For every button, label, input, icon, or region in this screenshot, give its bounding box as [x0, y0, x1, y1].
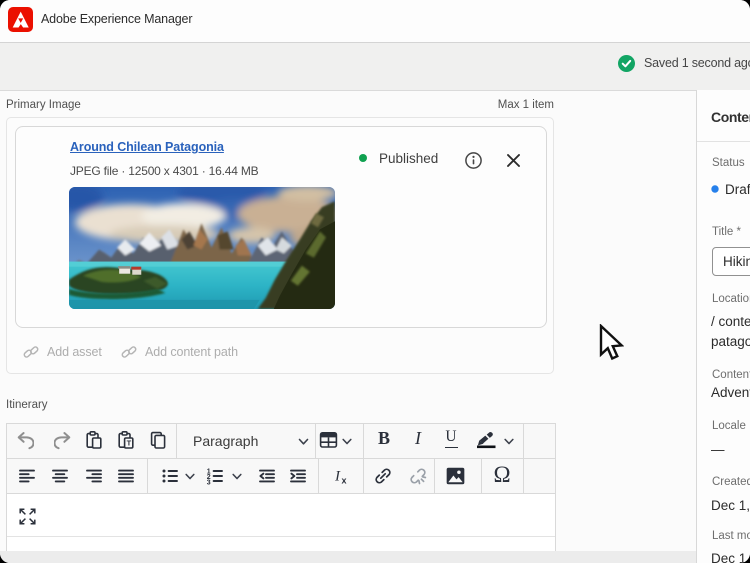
svg-text:x: x — [342, 476, 347, 486]
svg-text:I: I — [334, 469, 341, 485]
svg-text:3: 3 — [207, 479, 211, 486]
svg-text:T: T — [127, 439, 132, 448]
